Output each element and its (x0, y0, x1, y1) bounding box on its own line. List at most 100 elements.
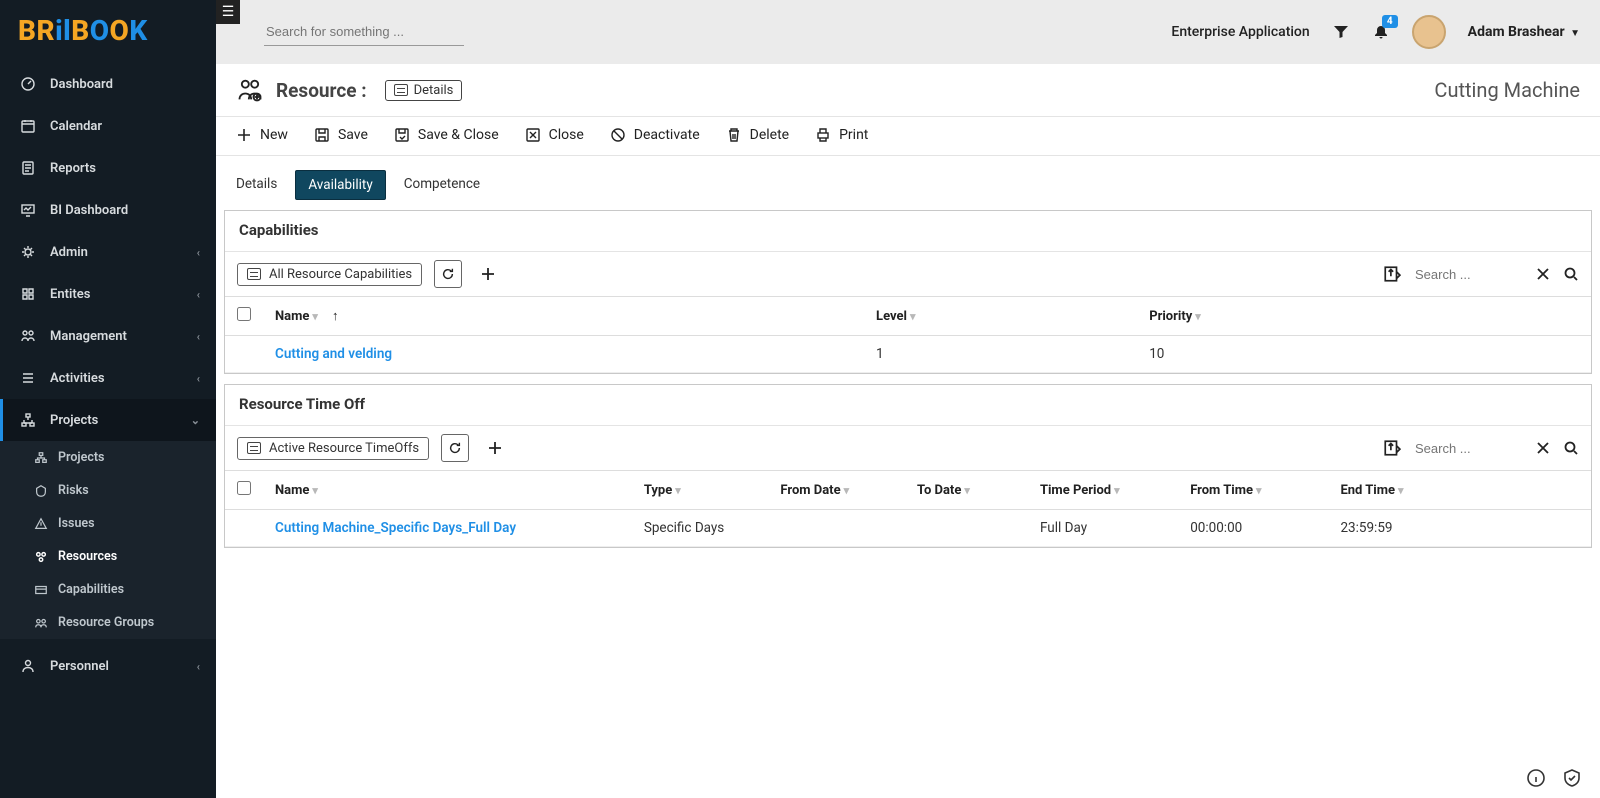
deactivate-button[interactable]: Deactivate (610, 127, 700, 143)
col-to-date[interactable]: To Date (917, 483, 961, 498)
topbar: Enterprise Application 4 Adam Brashear ▼ (216, 0, 1600, 64)
export-icon[interactable] (1383, 439, 1401, 457)
sidebar-item-personnel[interactable]: Personnel‹ (0, 645, 216, 687)
col-from-time[interactable]: From Time (1190, 483, 1253, 498)
record-title: Cutting Machine (1434, 78, 1580, 102)
sort-asc-icon[interactable]: ↑ (332, 309, 339, 324)
subnav-resources[interactable]: Resources (0, 540, 216, 573)
col-time-period[interactable]: Time Period (1040, 483, 1111, 498)
sidebar-item-admin[interactable]: Admin‹ (0, 231, 216, 273)
hamburger-toggle[interactable]: ☰ (216, 0, 240, 24)
tab-competence[interactable]: Competence (392, 170, 492, 200)
refresh-button[interactable] (441, 434, 469, 462)
filter-icon[interactable]: ▾ (1398, 484, 1404, 497)
sidebar-item-management[interactable]: Management‹ (0, 315, 216, 357)
username-label: Adam Brashear (1468, 24, 1565, 40)
subnav-label: Issues (58, 516, 95, 531)
filter-icon[interactable] (1332, 23, 1350, 41)
save-button[interactable]: Save (314, 127, 368, 143)
tool-label: Close (549, 127, 584, 143)
add-button[interactable] (474, 260, 502, 288)
subnav-resource-groups[interactable]: Resource Groups (0, 606, 216, 639)
sidebar-item-calendar[interactable]: Calendar (0, 105, 216, 147)
panel-title: Capabilities (225, 211, 1591, 252)
select-all-checkbox[interactable] (237, 481, 251, 495)
table-row[interactable]: Cutting Machine_Specific Days_Full Day S… (225, 510, 1591, 547)
subnav-label: Resource Groups (58, 615, 154, 630)
sidebar-item-activities[interactable]: Activities‹ (0, 357, 216, 399)
col-level[interactable]: Level (876, 309, 907, 324)
save-close-button[interactable]: Save & Close (394, 127, 499, 143)
sidebar-item-bi-dashboard[interactable]: BI Dashboard (0, 189, 216, 231)
col-priority[interactable]: Priority (1149, 309, 1192, 324)
col-name[interactable]: Name (275, 309, 309, 324)
filter-icon[interactable]: ▾ (312, 310, 318, 323)
delete-button[interactable]: Delete (726, 127, 789, 143)
global-search-input[interactable] (264, 18, 464, 46)
tab-details[interactable]: Details (224, 170, 289, 200)
tabs: Details Availability Competence (216, 156, 1600, 200)
capabilities-view-chip[interactable]: All Resource Capabilities (237, 263, 422, 286)
timeoff-view-chip[interactable]: Active Resource TimeOffs (237, 437, 429, 460)
col-type[interactable]: Type (644, 483, 672, 498)
subnav-label: Projects (58, 450, 104, 465)
sidebar: BRilBOOK Dashboard Calendar Reports BI D… (0, 0, 216, 798)
filter-icon[interactable]: ▾ (312, 484, 318, 497)
filter-icon[interactable]: ▾ (1195, 310, 1201, 323)
filter-icon[interactable]: ▾ (675, 484, 681, 497)
filter-icon[interactable]: ▾ (1114, 484, 1120, 497)
close-button[interactable]: Close (525, 127, 584, 143)
list-icon (247, 442, 261, 454)
avatar[interactable] (1412, 15, 1446, 49)
info-icon[interactable] (1526, 768, 1546, 788)
subnav-label: Capabilities (58, 582, 124, 597)
table-row[interactable]: Cutting and velding 1 10 (225, 336, 1591, 373)
sidebar-item-dashboard[interactable]: Dashboard (0, 63, 216, 105)
clear-icon[interactable] (1535, 440, 1551, 456)
user-menu[interactable]: Adam Brashear ▼ (1468, 24, 1580, 40)
view-chip[interactable]: Details (385, 80, 463, 101)
select-all-checkbox[interactable] (237, 307, 251, 321)
footer-icons (1526, 768, 1582, 788)
subnav-projects[interactable]: Projects (0, 441, 216, 474)
filter-icon[interactable]: ▾ (844, 484, 850, 497)
sidebar-label: Admin (50, 245, 88, 260)
col-from-date[interactable]: From Date (780, 483, 840, 498)
tool-label: Save (338, 127, 368, 143)
col-name[interactable]: Name (275, 483, 309, 498)
subnav-risks[interactable]: Risks (0, 474, 216, 507)
list-icon (247, 268, 261, 280)
capabilities-search-input[interactable] (1413, 263, 1523, 286)
sidebar-item-entities[interactable]: Entites‹ (0, 273, 216, 315)
chevron-down-icon: ⌄ (191, 414, 200, 427)
tool-label: Print (839, 127, 868, 143)
cell-priority: 10 (1137, 336, 1591, 373)
export-icon[interactable] (1383, 265, 1401, 283)
new-button[interactable]: New (236, 127, 288, 143)
clear-icon[interactable] (1535, 266, 1551, 282)
subnav-capabilities[interactable]: Capabilities (0, 573, 216, 606)
capabilities-panel: Capabilities All Resource Capabilities N… (224, 210, 1592, 374)
capability-link[interactable]: Cutting and velding (275, 346, 392, 362)
refresh-button[interactable] (434, 260, 462, 288)
shield-check-icon[interactable] (1562, 768, 1582, 788)
tool-label: Save & Close (418, 127, 499, 143)
timeoff-search-input[interactable] (1413, 437, 1523, 460)
search-icon[interactable] (1563, 440, 1579, 456)
cell-from-date (768, 510, 905, 547)
filter-icon[interactable]: ▾ (910, 310, 916, 323)
subnav-issues[interactable]: Issues (0, 507, 216, 540)
filter-icon[interactable]: ▾ (964, 484, 970, 497)
col-end-time[interactable]: End Time (1340, 483, 1395, 498)
filter-icon[interactable]: ▾ (1256, 484, 1262, 497)
tool-label: New (260, 127, 288, 143)
sidebar-label: Management (50, 329, 127, 344)
sidebar-item-projects[interactable]: Projects⌄ (0, 399, 216, 441)
timeoff-link[interactable]: Cutting Machine_Specific Days_Full Day (275, 520, 516, 536)
sidebar-item-reports[interactable]: Reports (0, 147, 216, 189)
print-button[interactable]: Print (815, 127, 868, 143)
search-icon[interactable] (1563, 266, 1579, 282)
add-button[interactable] (481, 434, 509, 462)
notifications-icon[interactable]: 4 (1372, 23, 1390, 41)
tab-availability[interactable]: Availability (295, 170, 385, 200)
